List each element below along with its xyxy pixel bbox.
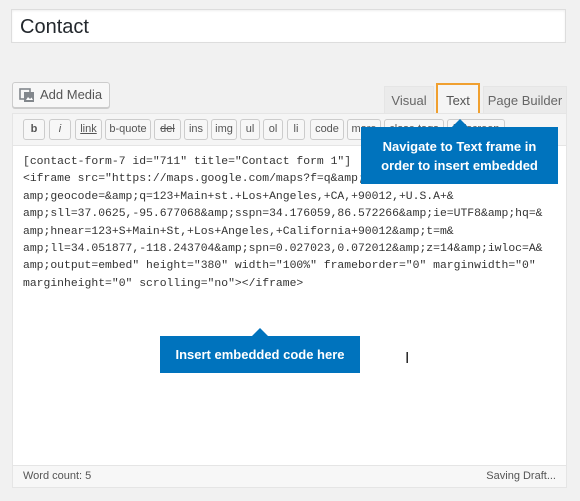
qt-link-button[interactable]: link <box>75 119 102 140</box>
qt-ul-button[interactable]: ul <box>240 119 260 140</box>
qt-img-button[interactable]: img <box>211 119 237 140</box>
saving-status: Saving Draft... <box>486 470 556 482</box>
tab-visual[interactable]: Visual <box>384 86 434 113</box>
add-media-button[interactable]: Add Media <box>12 82 111 108</box>
word-count: Word count: 5 <box>23 470 92 482</box>
content-line: amp;geocode=&amp;q=123+Main+st.+Los+Ange… <box>23 190 454 203</box>
text-cursor-icon: I <box>405 349 410 367</box>
qt-li-button[interactable]: li <box>287 119 305 140</box>
qt-ins-button[interactable]: ins <box>184 119 208 140</box>
content-line: amp;sll=37.0625,-95.677068&amp;sspn=34.1… <box>23 208 543 221</box>
text-frame-callout: Navigate to Text frame in order to inser… <box>361 119 558 184</box>
qt-ol-button[interactable]: ol <box>263 119 283 140</box>
add-media-label: Add Media <box>40 87 103 102</box>
content-line: amp;ll=34.051877,-118.243704&amp;spn=0.0… <box>23 243 543 256</box>
tab-page-builder[interactable]: Page Builder <box>483 86 567 113</box>
media-icon <box>19 88 34 102</box>
post-title-input[interactable]: Contact <box>11 9 566 43</box>
content-line: marginheight="0" scrolling="no"></iframe… <box>23 277 304 290</box>
status-bar: Word count: 5 Saving Draft... <box>13 465 566 487</box>
qt-bquote-button[interactable]: b-quote <box>105 119 151 140</box>
insert-code-callout: Insert embedded code here <box>160 328 360 373</box>
qt-code-button[interactable]: code <box>310 119 344 140</box>
qt-del-button[interactable]: del <box>154 119 181 140</box>
content-line: amp;output=embed" height="380" width="10… <box>23 260 536 273</box>
content-line: amp;hnear=123+S+Main+St,+Los+Angeles,+Ca… <box>23 225 454 238</box>
tab-text[interactable]: Text <box>436 83 480 116</box>
qt-italic-button[interactable]: i <box>49 119 71 140</box>
qt-bold-button[interactable]: b <box>23 119 45 140</box>
